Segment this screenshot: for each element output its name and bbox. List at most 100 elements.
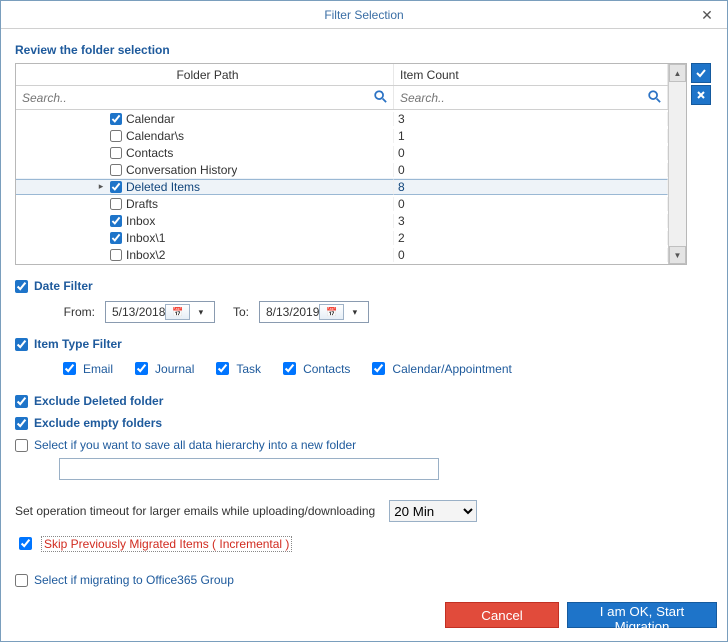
row-checkbox[interactable] <box>110 113 122 125</box>
table-row[interactable]: Inbox\30 <box>16 263 668 264</box>
table-row[interactable]: Drafts0 <box>16 195 668 212</box>
item-type-text: Contacts <box>303 362 350 376</box>
grid-body[interactable]: Calendar 3 Calendar\s 1Contacts0Conversatio… <box>16 110 668 264</box>
grid-header: Folder Path Item Count <box>16 64 668 86</box>
start-migration-button[interactable]: I am OK, Start Migration <box>567 602 717 628</box>
search-icon[interactable] <box>647 89 661 106</box>
new-folder-input[interactable] <box>59 458 439 480</box>
exclude-empty-checkbox[interactable] <box>15 417 28 430</box>
item-type-checkbox[interactable] <box>63 362 76 375</box>
table-row[interactable]: Calendar\s 1 <box>16 127 668 144</box>
calendar-icon[interactable]: 📅 <box>165 304 189 320</box>
item-type-contacts[interactable]: Contacts <box>279 359 350 378</box>
item-type-task[interactable]: Task <box>212 359 261 378</box>
item-type-journal[interactable]: Journal <box>131 359 194 378</box>
item-count-cell: 2 <box>394 231 668 245</box>
timeout-select[interactable]: 20 Min <box>389 500 477 522</box>
item-count-cell: 0 <box>394 248 668 262</box>
deselect-all-button[interactable] <box>691 85 711 105</box>
chevron-down-icon[interactable]: ▾ <box>190 307 212 318</box>
row-checkbox[interactable] <box>110 249 122 261</box>
item-type-email[interactable]: Email <box>59 359 113 378</box>
table-row[interactable]: ▸ Deleted Items 8 <box>16 178 668 195</box>
exclude-deleted-label[interactable]: Exclude Deleted folder <box>34 394 163 408</box>
chevron-down-icon[interactable]: ▾ <box>344 307 366 318</box>
row-checkbox[interactable] <box>110 198 122 210</box>
save-hierarchy-row: Select if you want to save all data hier… <box>15 438 713 452</box>
save-hierarchy-label[interactable]: Select if you want to save all data hier… <box>34 438 356 452</box>
item-type-calendar-appointment[interactable]: Calendar/Appointment <box>368 359 511 378</box>
item-count-cell: 0 <box>394 146 668 160</box>
save-hierarchy-checkbox[interactable] <box>15 439 28 452</box>
scroll-up-button[interactable]: ▲ <box>669 64 686 82</box>
skip-previous-row: Skip Previously Migrated Items ( Increme… <box>15 534 713 553</box>
item-type-section: Item Type Filter <box>15 337 713 351</box>
to-label: To: <box>225 305 249 319</box>
to-date-value: 8/13/2019 <box>266 305 319 319</box>
item-type-text: Email <box>83 362 113 376</box>
table-row[interactable]: Inbox\2 0 <box>16 246 668 263</box>
dialog-footer: Cancel I am OK, Start Migration <box>1 597 727 641</box>
table-row[interactable]: Contacts0 <box>16 144 668 161</box>
row-checkbox[interactable] <box>110 215 122 227</box>
table-row[interactable]: Calendar 3 <box>16 110 668 127</box>
selection-tools <box>691 63 713 265</box>
row-checkbox[interactable] <box>110 181 122 193</box>
close-button[interactable]: ✕ <box>693 5 721 25</box>
exclude-empty-label[interactable]: Exclude empty folders <box>34 416 162 430</box>
row-checkbox[interactable] <box>110 232 122 244</box>
search-icon[interactable] <box>373 89 387 106</box>
item-type-label[interactable]: Item Type Filter <box>34 337 122 351</box>
folder-name: Deleted Items <box>126 180 200 194</box>
scroll-down-button[interactable]: ▼ <box>669 246 686 264</box>
item-type-checkbox[interactable] <box>216 362 229 375</box>
col-folder-path[interactable]: Folder Path <box>16 64 394 85</box>
search-folder-input[interactable] <box>20 90 389 106</box>
item-type-checkbox[interactable] <box>372 362 385 375</box>
timeout-row: Set operation timeout for larger emails … <box>15 500 713 522</box>
item-type-text: Journal <box>155 362 194 376</box>
date-filter-label[interactable]: Date Filter <box>34 279 93 293</box>
item-type-text: Calendar/Appointment <box>392 362 511 376</box>
exclude-deleted-row: Exclude Deleted folder <box>15 394 713 408</box>
table-row[interactable]: Inbox3 <box>16 212 668 229</box>
item-type-checkbox[interactable] <box>15 338 28 351</box>
skip-previous-label[interactable]: Skip Previously Migrated Items ( Increme… <box>41 536 292 552</box>
cancel-button[interactable]: Cancel <box>445 602 559 628</box>
from-label: From: <box>59 305 95 319</box>
date-filter-checkbox[interactable] <box>15 280 28 293</box>
calendar-icon[interactable]: 📅 <box>319 304 343 320</box>
vertical-scrollbar[interactable]: ▲ ▼ <box>668 64 686 264</box>
expander-icon[interactable]: ▸ <box>96 181 106 192</box>
date-filter-section: Date Filter <box>15 279 713 293</box>
table-row[interactable]: Conversation History0 <box>16 161 668 178</box>
grid-search-row <box>16 86 668 110</box>
to-date-input[interactable]: 8/13/2019 📅 ▾ <box>259 301 369 323</box>
item-count-cell: 1 <box>394 129 668 143</box>
folder-name: Calendar\s <box>126 129 184 143</box>
exclude-deleted-checkbox[interactable] <box>15 395 28 408</box>
row-checkbox[interactable] <box>110 164 122 176</box>
folder-name: Calendar <box>126 112 175 126</box>
skip-previous-checkbox[interactable] <box>19 537 32 550</box>
from-date-input[interactable]: 5/13/2018 📅 ▾ <box>105 301 215 323</box>
item-count-cell: 0 <box>394 197 668 211</box>
row-checkbox[interactable] <box>110 147 122 159</box>
row-checkbox[interactable] <box>110 130 122 142</box>
item-count-cell: 3 <box>394 214 668 228</box>
table-row[interactable]: Inbox\12 <box>16 229 668 246</box>
col-item-count[interactable]: Item Count <box>394 64 668 85</box>
item-type-checkbox[interactable] <box>135 362 148 375</box>
item-type-text: Task <box>236 362 261 376</box>
dialog-title: Filter Selection <box>324 8 403 22</box>
folder-name: Inbox\2 <box>126 248 165 262</box>
timeout-label: Set operation timeout for larger emails … <box>15 504 375 518</box>
search-count-input[interactable] <box>398 90 663 106</box>
item-count-cell: 3 <box>394 112 668 126</box>
o365-group-label[interactable]: Select if migrating to Office365 Group <box>34 573 234 587</box>
select-all-button[interactable] <box>691 63 711 83</box>
title-bar: Filter Selection ✕ <box>1 1 727 29</box>
item-count-cell: 8 <box>394 179 668 195</box>
item-type-checkbox[interactable] <box>283 362 296 375</box>
o365-group-checkbox[interactable] <box>15 574 28 587</box>
